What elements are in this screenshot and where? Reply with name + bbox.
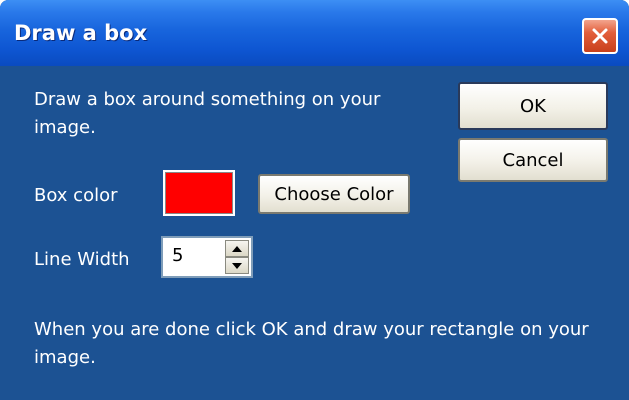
box-color-label: Box color — [34, 185, 118, 206]
line-width-label: Line Width — [34, 249, 130, 270]
draw-a-box-dialog: Draw a box Draw a box around something o… — [0, 0, 629, 400]
title-bar[interactable]: Draw a box — [0, 0, 629, 66]
close-button[interactable] — [582, 18, 618, 54]
close-icon — [592, 28, 608, 44]
footer-instruction-text: When you are done click OK and draw your… — [34, 319, 589, 368]
triangle-up-icon — [232, 245, 242, 252]
instruction-text: Draw a box around something on your imag… — [34, 89, 381, 138]
line-width-spinner[interactable]: 5 — [161, 236, 253, 278]
cancel-button[interactable]: Cancel — [458, 138, 608, 182]
ok-button[interactable]: OK — [458, 82, 608, 130]
spin-up-button[interactable] — [225, 240, 249, 257]
box-color-swatch — [163, 170, 235, 216]
line-width-value[interactable]: 5 — [172, 242, 183, 270]
triangle-down-icon — [232, 262, 242, 269]
spin-down-button[interactable] — [225, 257, 249, 274]
dialog-body: Draw a box around something on your imag… — [6, 66, 623, 400]
window-title: Draw a box — [14, 21, 148, 45]
choose-color-button[interactable]: Choose Color — [258, 174, 410, 214]
